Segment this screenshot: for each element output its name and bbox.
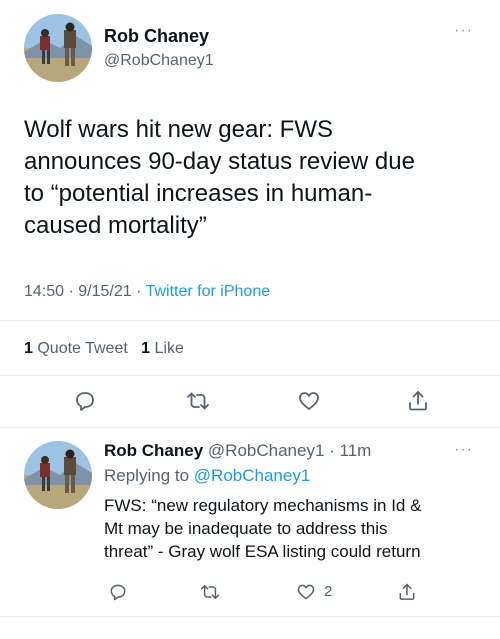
reply-header: Rob Chaney @RobChaney1 · 11m [104, 441, 371, 461]
meta-separator: · [68, 283, 79, 300]
divider [0, 427, 500, 428]
reply-author-avatar[interactable] [24, 441, 92, 509]
tweet-source-link[interactable]: Twitter for iPhone [146, 283, 271, 300]
author-handle[interactable]: @RobChaney1 [104, 52, 214, 70]
tweet-stats: 1 Quote Tweet 1 Like [24, 340, 184, 358]
divider [0, 320, 500, 321]
tweet-text-line: announces 90-day status review due [24, 148, 415, 175]
tweet-text: Wolf wars hit new gear: FWS announces 90… [24, 114, 484, 242]
tweet-meta: 14:50 · 9/15/21 · Twitter for iPhone [24, 283, 270, 301]
replying-to-prefix: Replying to [104, 466, 190, 485]
reply-time-ago[interactable]: 11m [340, 441, 372, 460]
retweet-icon[interactable] [200, 582, 220, 602]
tweet-text-line: Wolf wars hit new gear: FWS [24, 116, 333, 143]
like-icon[interactable] [297, 389, 321, 413]
reply-text: FWS: “new regulatory mechanisms in Id & … [104, 494, 494, 563]
reply-like-count: 2 [324, 583, 333, 600]
quote-tweet-stat[interactable]: 1 Quote Tweet [24, 340, 128, 357]
tweet-time[interactable]: 14:50 [24, 283, 64, 300]
meta-separator: · [324, 441, 340, 460]
author-avatar[interactable] [24, 14, 92, 82]
meta-separator: · [136, 283, 146, 300]
reply-text-line: FWS: “new regulatory mechanisms in Id & [104, 496, 422, 515]
reply-text-line: threat” - Gray wolf ESA listing could re… [104, 542, 421, 561]
tweet-date[interactable]: 9/15/21 [78, 283, 131, 300]
reply-author-handle[interactable]: @RobChaney1 [208, 441, 325, 460]
like-icon[interactable] [296, 582, 316, 602]
divider [0, 375, 500, 376]
like-stat[interactable]: 1 Like [141, 340, 184, 357]
like-label: Like [154, 340, 184, 357]
retweet-icon[interactable] [186, 389, 210, 413]
quote-count: 1 [24, 340, 33, 357]
tweet-text-line: to “potential increases in human- [24, 180, 373, 207]
reply-icon[interactable] [73, 389, 97, 413]
reply-text-line: Mt may be inadequate to address this [104, 519, 388, 538]
share-icon[interactable] [397, 582, 417, 602]
tweet-text-line: caused mortality” [24, 212, 207, 239]
share-icon[interactable] [406, 389, 430, 413]
like-count: 1 [141, 340, 151, 357]
author-name[interactable]: Rob Chaney [104, 26, 209, 47]
replying-to: Replying to @RobChaney1 [104, 466, 310, 486]
reply-author-name[interactable]: Rob Chaney [104, 441, 203, 460]
more-dots-icon[interactable]: ··· [454, 441, 473, 459]
reply-icon[interactable] [108, 582, 128, 602]
replying-to-handle[interactable]: @RobChaney1 [194, 466, 311, 485]
quote-label: Quote Tweet [37, 340, 128, 357]
more-dots-icon[interactable]: ··· [454, 22, 473, 40]
divider [0, 616, 500, 617]
